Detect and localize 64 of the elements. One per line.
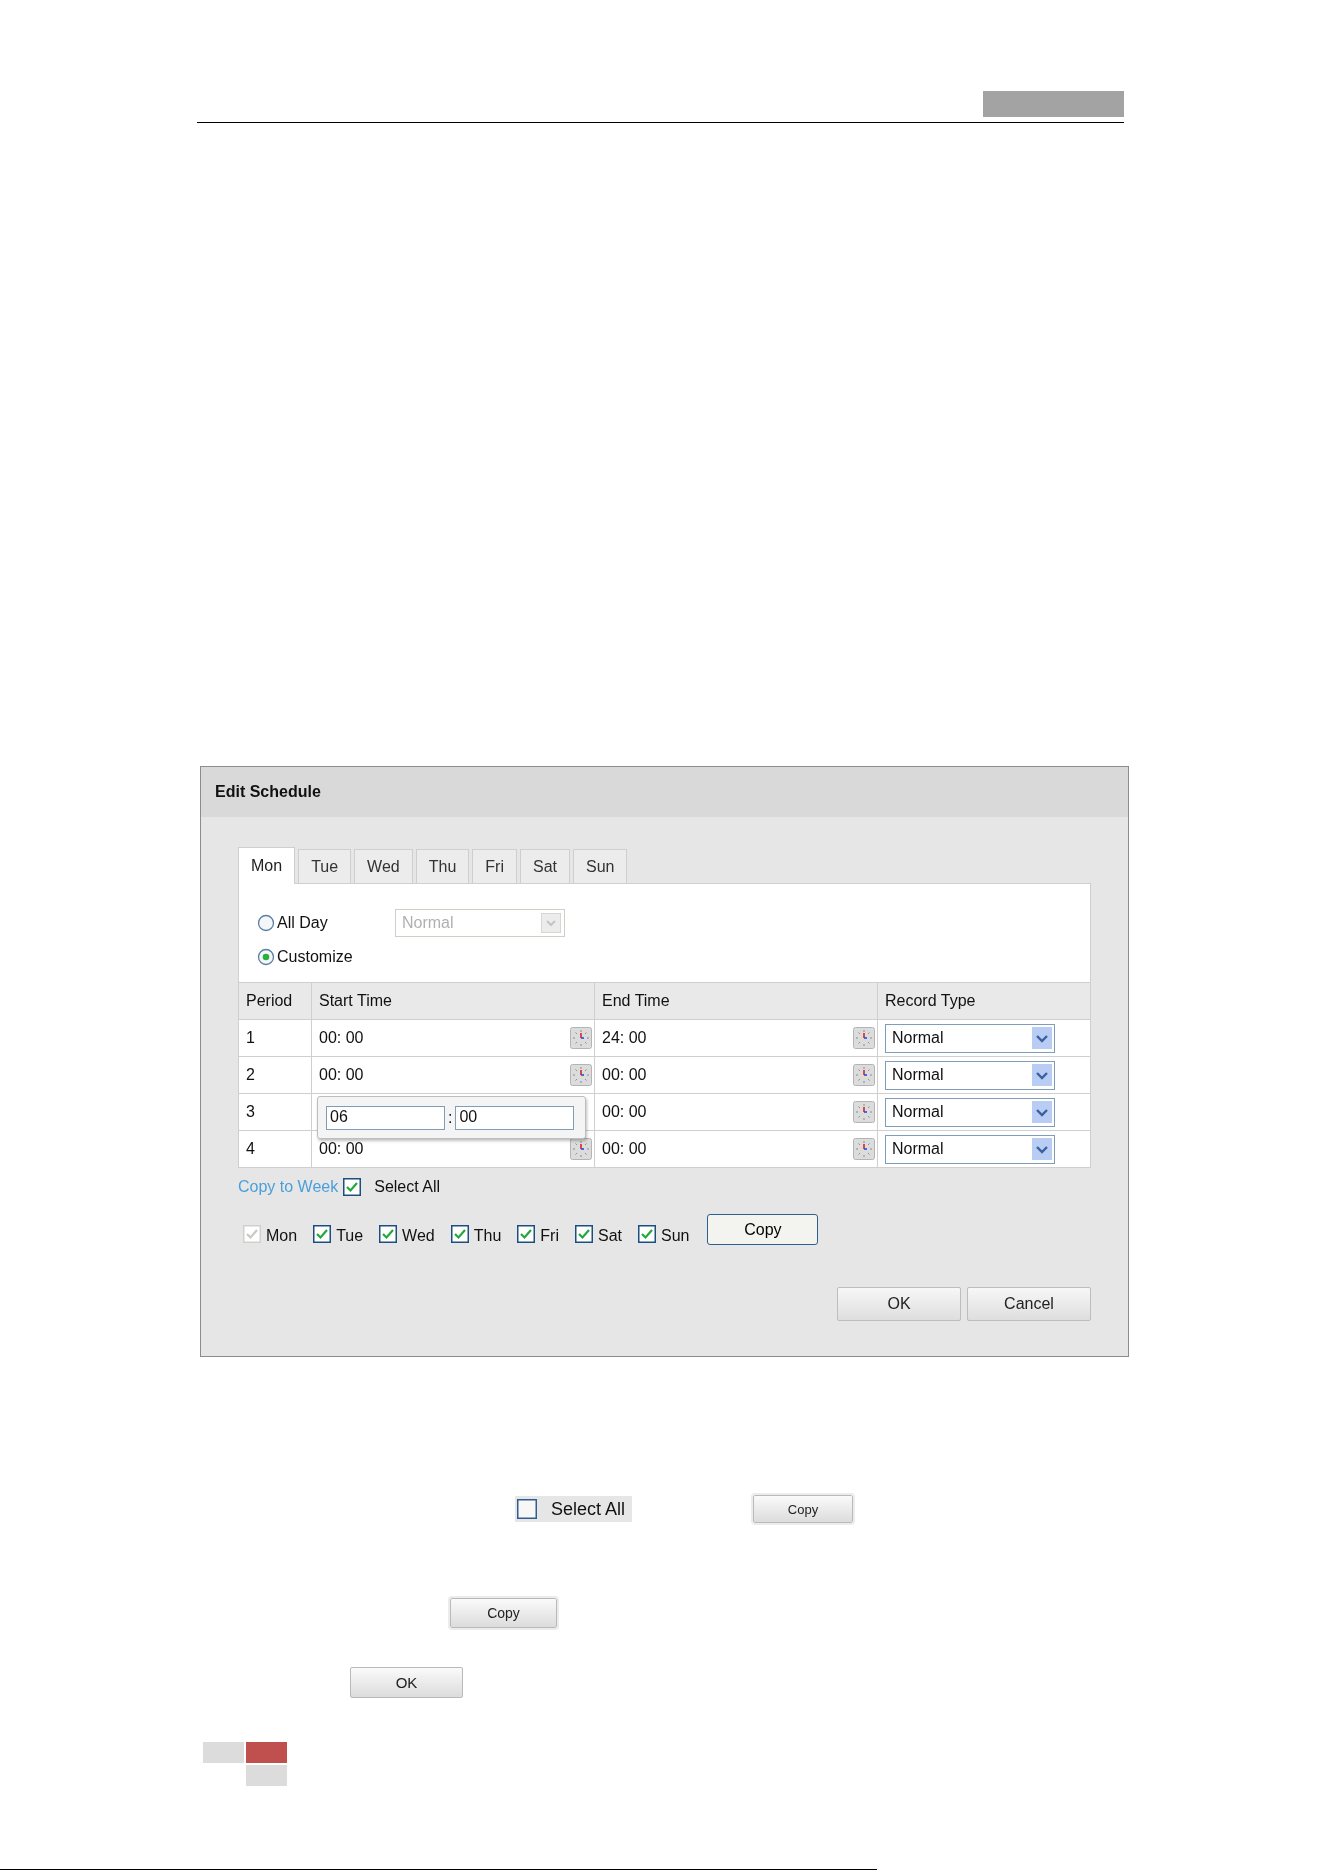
record-type-dropdown[interactable]: Normal [885,1134,1055,1164]
checkbox-label: Select All [551,1498,626,1520]
checkbox[interactable] [574,1224,593,1243]
checkbox-label: Fri [540,1226,559,1245]
radio-label: All Day [277,914,329,932]
checkbox[interactable] [517,1499,537,1519]
checkbox-label: Mon [266,1226,298,1245]
copy-button[interactable]: Copy [753,1495,853,1523]
hour-input[interactable]: 06 [326,1105,445,1130]
time-value: 00: 00 [319,1029,364,1047]
minute-input[interactable]: 00 [455,1105,575,1130]
ok-button[interactable]: OK [350,1667,463,1698]
checkbox-label: Tue [336,1226,364,1245]
table-cell: 1 [239,1019,312,1057]
clock-icon[interactable] [853,1064,875,1086]
time-value: 00: 00 [602,1140,647,1158]
record-type-dropdown[interactable]: Normal [885,1060,1055,1090]
day-tab[interactable]: Sat [519,849,570,883]
copy-button[interactable]: Copy [707,1214,819,1245]
radio-button[interactable] [257,948,275,966]
checkbox[interactable] [379,1224,398,1243]
checkbox-label: Sun [660,1226,690,1245]
radio-button[interactable] [257,914,275,932]
checkbox-label: Select All [374,1178,440,1196]
checkbox[interactable] [637,1224,656,1243]
record-type-dropdown[interactable]: Normal [885,1097,1055,1127]
clock-icon[interactable] [570,1027,592,1049]
table-cell: 2 [239,1056,312,1094]
cancel-button[interactable]: Cancel [967,1287,1091,1321]
checkbox-label: Wed [402,1226,435,1245]
day-tab[interactable]: Sun [572,849,628,883]
time-value: 00: 00 [602,1066,647,1084]
checkbox[interactable] [343,1178,362,1196]
time-value: 24: 00 [602,1029,647,1047]
day-tab[interactable]: Fri [472,849,517,883]
column-header: End Time [594,982,878,1020]
day-tab[interactable]: Wed [354,849,413,883]
record-type-dropdown[interactable]: Normal [885,1023,1055,1053]
day-tab[interactable]: Tue [298,849,352,883]
clock-icon[interactable] [853,1101,875,1123]
checkbox[interactable] [450,1224,469,1243]
day-tab[interactable]: Thu [415,849,470,883]
clock-icon[interactable] [570,1138,592,1160]
column-header: Start Time [311,982,595,1020]
time-value: 00: 00 [319,1066,364,1084]
copy-button[interactable]: Copy [450,1598,557,1628]
clock-icon[interactable] [853,1138,875,1160]
clock-icon[interactable] [853,1027,875,1049]
dialog-title: Edit Schedule [215,783,321,801]
column-header: Period [239,982,312,1020]
ok-button[interactable]: OK [837,1287,961,1321]
table-cell: 4 [239,1130,312,1167]
checkbox[interactable] [313,1224,332,1243]
checkbox-label: Sat [597,1226,622,1245]
radio-label: Customize [277,948,354,966]
clock-icon[interactable] [570,1064,592,1086]
time-separator: : [448,1108,453,1127]
time-value: 00: 00 [319,1140,364,1158]
checkbox[interactable] [517,1224,536,1243]
checkbox-label: Thu [473,1226,502,1245]
time-value: 00: 00 [602,1103,647,1121]
day-tab[interactable]: Mon [238,847,296,884]
column-header: Record Type [877,982,1090,1020]
table-cell: 3 [239,1093,312,1131]
